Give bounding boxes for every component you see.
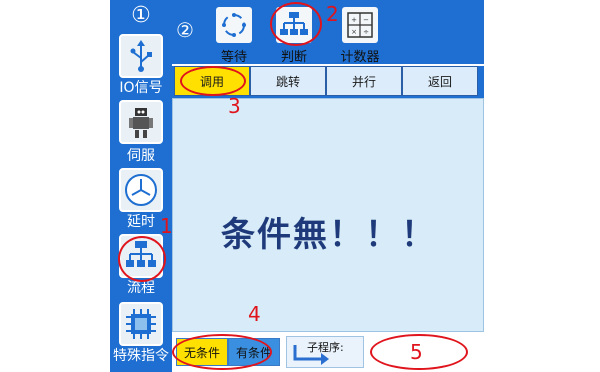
sidebar-item-label: 特殊指令: [113, 348, 169, 364]
svg-text:−: −: [363, 16, 369, 24]
annotation-circle-call: [180, 66, 246, 96]
sidebar-item-label: 伺服: [127, 148, 155, 164]
sidebar-item-servo[interactable]: 伺服: [110, 100, 172, 164]
sidebar-item-label: IO信号: [119, 80, 163, 96]
sidebar-item-label: 流程: [127, 280, 155, 296]
annotation-number-4: 4: [248, 302, 261, 326]
robot-icon: [119, 100, 163, 144]
tab-parallel[interactable]: 并行: [326, 66, 402, 96]
calculator-icon: + − × ÷: [342, 7, 378, 43]
sidebar-item-io[interactable]: IO信号: [110, 34, 172, 96]
toolbar-item-label: 等待: [220, 50, 247, 65]
sidebar: ① IO信号 伺服 延时 流程 特殊指令: [110, 0, 172, 372]
annotation-number-3: 3: [228, 94, 241, 118]
annotation-circle-judge: [270, 2, 322, 46]
toolbar-item-label: 计数器: [340, 50, 380, 65]
chip-icon: [119, 302, 163, 346]
annotation-circle-flow: [118, 236, 166, 282]
svg-text:+: +: [351, 16, 357, 24]
annotation-number-5: 5: [410, 340, 423, 364]
toolbar-number: ②: [176, 18, 194, 42]
toolbar-item-label: 判断: [280, 50, 307, 65]
tab-jump[interactable]: 跳转: [250, 66, 326, 96]
main-panel: 条件無！！！: [172, 98, 484, 332]
refresh-icon: [216, 7, 252, 43]
sidebar-number: ①: [131, 3, 151, 28]
sidebar-item-special[interactable]: 特殊指令: [110, 302, 172, 368]
subprogram-label-box: 子程序:: [286, 336, 364, 368]
svg-text:×: ×: [351, 28, 357, 36]
usb-icon: [119, 34, 163, 78]
no-condition-message: 条件無！！！: [221, 215, 437, 255]
tab-return[interactable]: 返回: [402, 66, 478, 96]
clock-icon: [119, 168, 163, 212]
annotation-number-2: 2: [326, 2, 339, 26]
subprogram-label: 子程序:: [307, 341, 344, 354]
svg-text:÷: ÷: [363, 28, 369, 36]
annotation-circle-conditions: [172, 334, 272, 370]
annotation-number-1: 1: [160, 214, 173, 238]
